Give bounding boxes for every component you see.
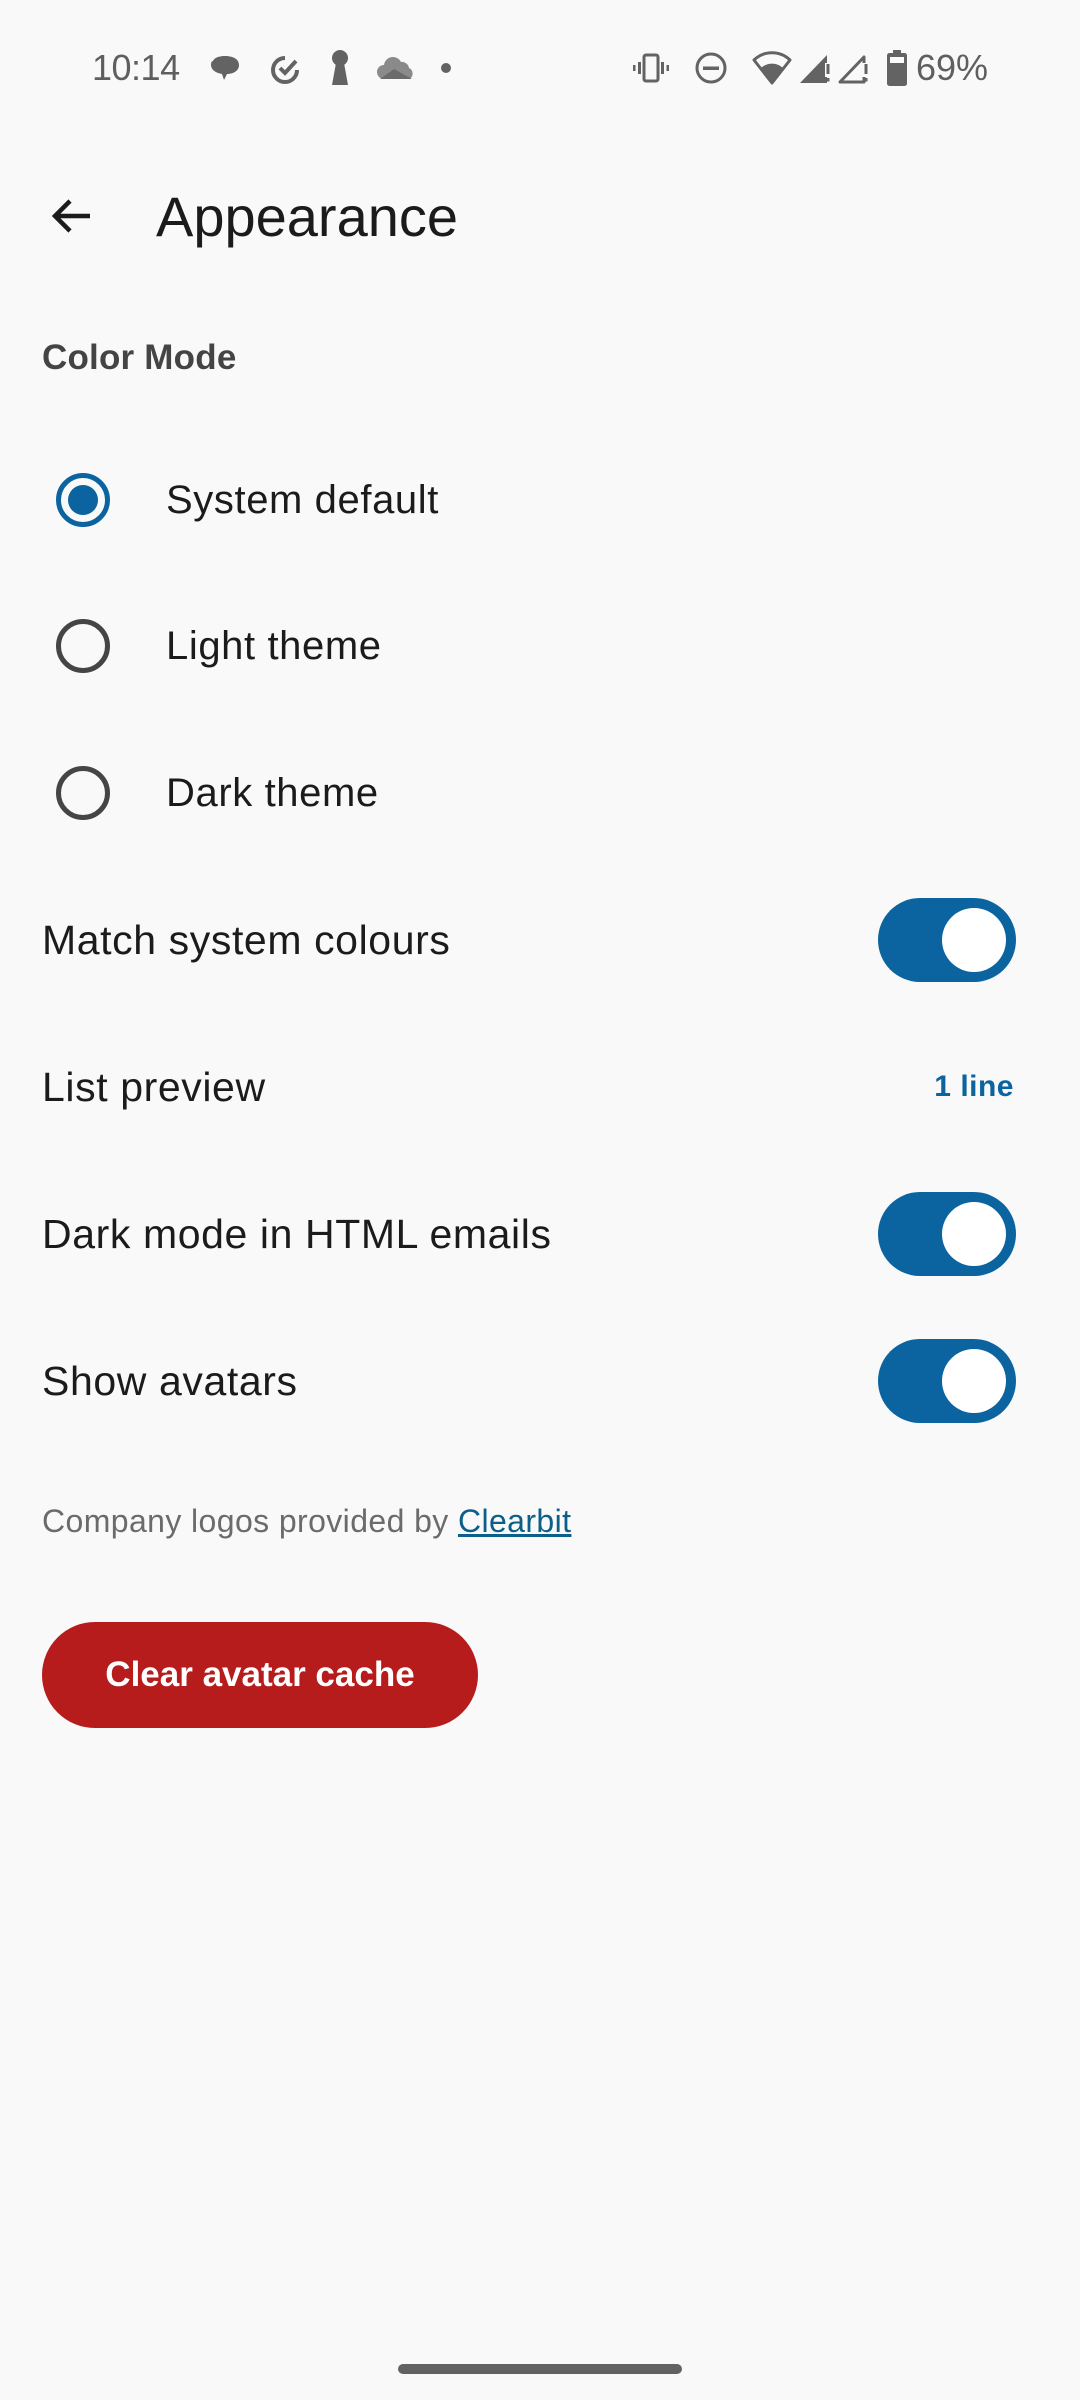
cloud-icon: [376, 55, 416, 81]
gesture-navigation-bar[interactable]: [398, 2364, 682, 2374]
status-left: 10:14: [92, 47, 476, 89]
wifi-icon: [752, 51, 792, 85]
setting-label: List preview: [42, 1063, 266, 1110]
setting-match-system-colours[interactable]: Match system colours: [0, 867, 1080, 1013]
show-avatars-toggle[interactable]: [878, 1339, 1016, 1423]
clearbit-link[interactable]: Clearbit: [458, 1503, 571, 1539]
list-preview-value[interactable]: 1 line: [934, 1070, 1014, 1104]
setting-label: Match system colours: [42, 916, 451, 963]
signal-alert-icon: [798, 51, 832, 85]
app-bar: Appearance: [0, 152, 1080, 280]
status-right: 69%: [632, 47, 988, 89]
radio-option-dark-theme[interactable]: Dark theme: [0, 720, 1080, 866]
arrow-back-icon: [51, 199, 90, 233]
back-button[interactable]: [24, 168, 120, 264]
dark-mode-html-toggle[interactable]: [878, 1192, 1016, 1276]
match-system-colours-toggle[interactable]: [878, 898, 1016, 982]
setting-show-avatars[interactable]: Show avatars: [0, 1308, 1080, 1454]
chat-bubble-icon: [208, 51, 242, 85]
radio-dot: [68, 485, 98, 515]
page-title: Appearance: [156, 184, 459, 248]
radio-label: System default: [166, 477, 439, 522]
signal-alert-empty-icon: [836, 51, 870, 85]
status-time: 10:14: [92, 47, 180, 88]
color-mode-header: Color Mode: [42, 338, 237, 377]
toggle-thumb: [942, 908, 1006, 972]
attribution-text: Company logos provided by: [42, 1503, 458, 1539]
toggle-thumb: [942, 1349, 1006, 1413]
logos-attribution: Company logos provided by Clearbit: [42, 1503, 571, 1540]
clear-avatar-cache-button[interactable]: Clear avatar cache: [42, 1622, 478, 1728]
vibrate-icon: [632, 53, 670, 83]
radio-label: Light theme: [166, 623, 382, 668]
setting-label: Show avatars: [42, 1357, 298, 1404]
appearance-settings-screen: 10:14 69% Appearance Color Mode System d…: [0, 0, 1080, 2400]
setting-dark-mode-html-emails[interactable]: Dark mode in HTML emails: [0, 1161, 1080, 1307]
setting-label: Dark mode in HTML emails: [42, 1210, 552, 1257]
do-not-disturb-icon: [694, 51, 728, 85]
radio-button-checked[interactable]: [56, 473, 110, 527]
radio-button-unchecked[interactable]: [56, 766, 110, 820]
toggle-thumb: [942, 1202, 1006, 1266]
setting-list-preview[interactable]: List preview 1 line: [0, 1014, 1080, 1160]
radio-option-system-default[interactable]: System default: [0, 427, 1080, 573]
radio-option-light-theme[interactable]: Light theme: [0, 573, 1080, 719]
battery-icon: [886, 50, 908, 86]
battery-percentage: 69%: [915, 47, 988, 88]
status-bar: 10:14 69%: [0, 0, 1080, 136]
keyhole-icon: [328, 49, 352, 87]
radio-label: Dark theme: [166, 770, 379, 815]
more-dot-icon: [440, 62, 452, 74]
radio-button-unchecked[interactable]: [56, 619, 110, 673]
check-circle-icon: [266, 49, 304, 87]
